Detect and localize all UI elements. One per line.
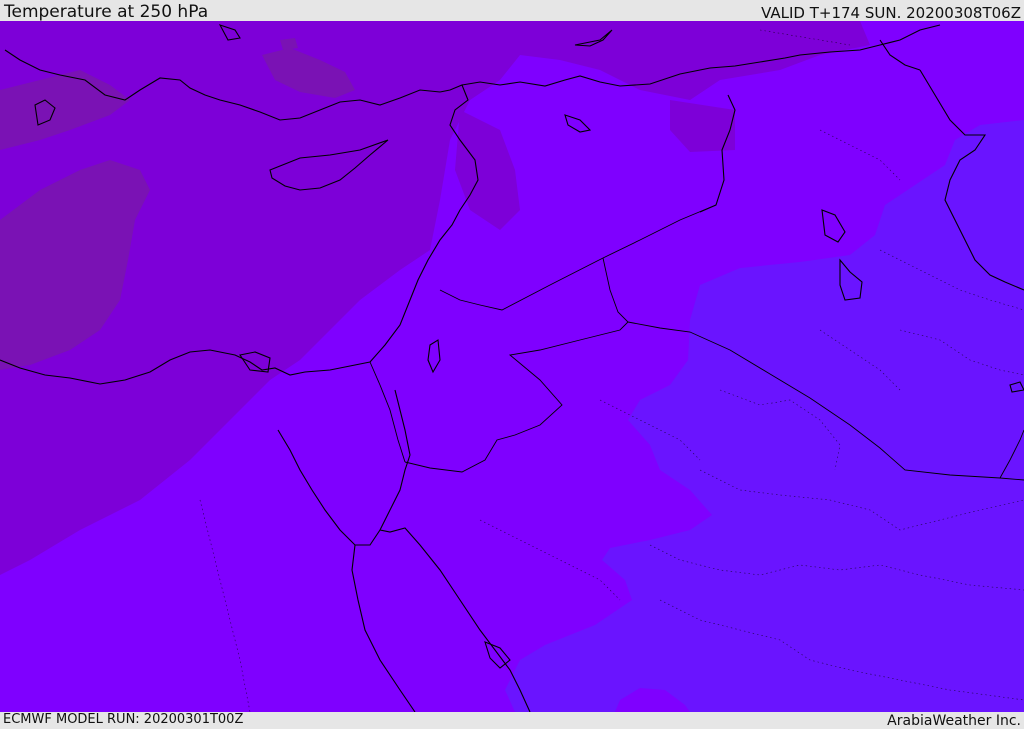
temperature-map — [0, 21, 1024, 712]
footer-bar: ECMWF MODEL RUN: 20200301T00Z ArabiaWeat… — [0, 712, 1024, 729]
map-title: Temperature at 250 hPa — [4, 2, 209, 22]
credit-label: ArabiaWeather Inc. — [887, 713, 1021, 729]
model-run: ECMWF MODEL RUN: 20200301T00Z — [3, 712, 244, 727]
temp-band-coldest-blob2 — [280, 38, 298, 50]
valid-time: VALID T+174 SUN. 20200308T06Z — [761, 4, 1021, 22]
header-bar: Temperature at 250 hPa VALID T+174 SUN. … — [0, 0, 1024, 22]
